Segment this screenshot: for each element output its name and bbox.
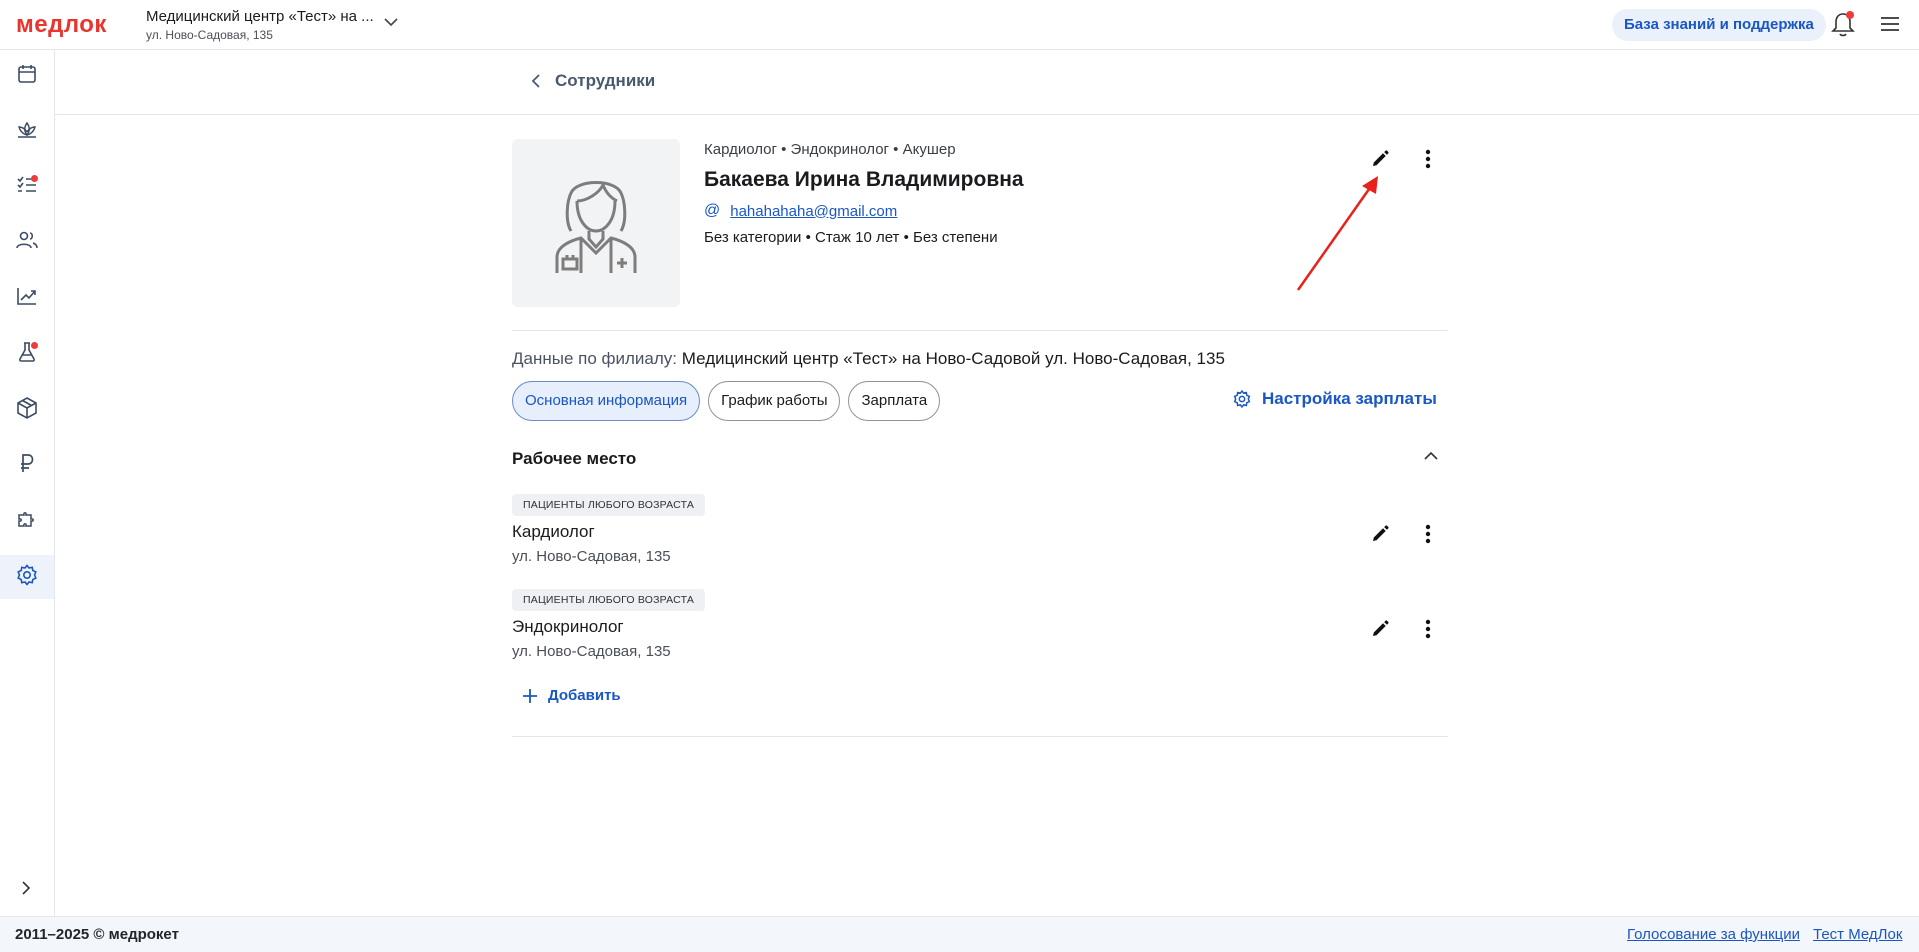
branch-label: Данные по филиалу: [512, 349, 678, 368]
puzzle-icon [15, 507, 39, 536]
workplace-title: Кардиолог [512, 522, 595, 541]
sidebar-item-integrations[interactable] [0, 499, 54, 543]
employee-name: Бакаева Ирина Владимировна [704, 168, 1024, 191]
workplace-more-button[interactable] [1412, 613, 1444, 645]
workplace-item: Пациенты любого возраста Кардиолог ул. Н… [512, 494, 1448, 574]
logo[interactable]: медлок [16, 11, 107, 39]
tab-salary[interactable]: Зарплата [848, 381, 941, 421]
age-badge: Пациенты любого возраста [512, 589, 706, 611]
pencil-icon [1373, 525, 1389, 541]
sidebar-item-tasks[interactable] [0, 165, 54, 209]
gear-icon [15, 563, 39, 592]
more-vertical-icon [1425, 619, 1431, 639]
pencil-icon [1373, 150, 1389, 166]
sidebar-item-analytics[interactable] [0, 276, 54, 320]
sidebar-item-finance[interactable] [0, 443, 54, 487]
gear-icon [1233, 389, 1251, 409]
workplace-section-title: Рабочее место [512, 449, 637, 468]
clinic-address: ул. Ново-Садовая, 135 [146, 28, 273, 42]
knowledge-base-button[interactable]: База знаний и поддержка [1612, 9, 1826, 41]
doctor-avatar-icon [555, 181, 637, 273]
notification-dot [31, 175, 38, 182]
workplace-address: ул. Ново-Садовая, 135 [512, 643, 671, 660]
more-options-button[interactable] [1412, 143, 1444, 175]
add-label: Добавить [548, 687, 621, 704]
ruble-icon [15, 451, 39, 480]
workplace-more-button[interactable] [1412, 518, 1444, 550]
clinic-name: Медицинский центр «Тест» на ... [146, 8, 374, 25]
clinic-selector[interactable]: Медицинский центр «Тест» на ... ул. Ново… [146, 8, 374, 42]
profile-info: Кардиолог • Эндокринолог • Акушер Бакаев… [704, 141, 1024, 246]
salary-settings-label: Настройка зарплаты [1262, 389, 1437, 408]
divider [512, 330, 1448, 331]
tab-schedule[interactable]: График работы [708, 381, 841, 421]
pencil-icon [1373, 620, 1389, 636]
salary-settings-button[interactable]: Настройка зарплаты [1232, 389, 1437, 409]
copyright: 2011–2025 © медрокет [15, 926, 179, 943]
sidebar [0, 50, 55, 916]
divider [512, 736, 1448, 737]
breadcrumb: Сотрудники [55, 51, 1919, 115]
workplace-title: Эндокринолог [512, 617, 624, 636]
notification-dot [31, 342, 38, 349]
bell-icon[interactable] [1830, 10, 1856, 43]
chevron-left-icon [531, 74, 540, 88]
branch-value: Медицинский центр «Тест» на Ново-Садовой… [681, 349, 1225, 368]
chevron-down-icon[interactable] [383, 14, 399, 35]
at-icon: @ [704, 202, 721, 219]
email-link[interactable]: hahahahaha@gmail.com [730, 203, 897, 220]
more-vertical-icon [1425, 524, 1431, 544]
chevron-right-icon[interactable] [16, 878, 36, 903]
box-icon [15, 396, 39, 425]
employee-meta: Без категории • Стаж 10 лет • Без степен… [704, 229, 998, 246]
vote-link[interactable]: Голосование за функции [1627, 926, 1800, 943]
test-medlok-link[interactable]: Тест МедЛок [1813, 926, 1902, 943]
sidebar-item-calendar[interactable] [0, 54, 54, 98]
tab-main-info[interactable]: Основная информация [512, 381, 701, 421]
lotus-icon [14, 118, 40, 147]
email-row: @ hahahahaha@gmail.com [704, 202, 1024, 220]
edit-workplace-button[interactable] [1364, 613, 1396, 645]
annotation-arrow-icon [1296, 176, 1378, 291]
back-link[interactable]: Сотрудники [529, 71, 655, 91]
branch-info: Данные по филиалу: Медицинский центр «Те… [512, 349, 1225, 369]
chevron-up-icon[interactable] [1422, 447, 1440, 470]
footer: 2011–2025 © медрокет Голосование за функ… [0, 916, 1919, 952]
sidebar-item-services[interactable] [0, 110, 54, 154]
sidebar-item-lab[interactable] [0, 332, 54, 376]
more-vertical-icon [1425, 149, 1431, 169]
chart-icon [15, 284, 39, 313]
plus-icon [523, 688, 537, 703]
avatar [512, 139, 680, 307]
calendar-icon [15, 62, 39, 91]
specialties: Кардиолог • Эндокринолог • Акушер [704, 141, 956, 158]
add-workplace-button[interactable]: Добавить [522, 687, 621, 704]
users-icon [15, 228, 39, 257]
back-label: Сотрудники [555, 71, 656, 90]
sidebar-item-patients[interactable] [0, 220, 54, 264]
edit-workplace-button[interactable] [1364, 518, 1396, 550]
menu-icon[interactable] [1878, 12, 1902, 41]
top-bar: медлок Медицинский центр «Тест» на ... у… [0, 0, 1919, 50]
sidebar-item-settings[interactable] [0, 555, 54, 599]
tabs: Основная информация График работы Зарпла… [512, 381, 941, 421]
sidebar-item-warehouse[interactable] [0, 388, 54, 432]
workplace-item: Пациенты любого возраста Эндокринолог ул… [512, 589, 1448, 669]
age-badge: Пациенты любого возраста [512, 494, 706, 516]
workplace-address: ул. Ново-Садовая, 135 [512, 548, 671, 565]
